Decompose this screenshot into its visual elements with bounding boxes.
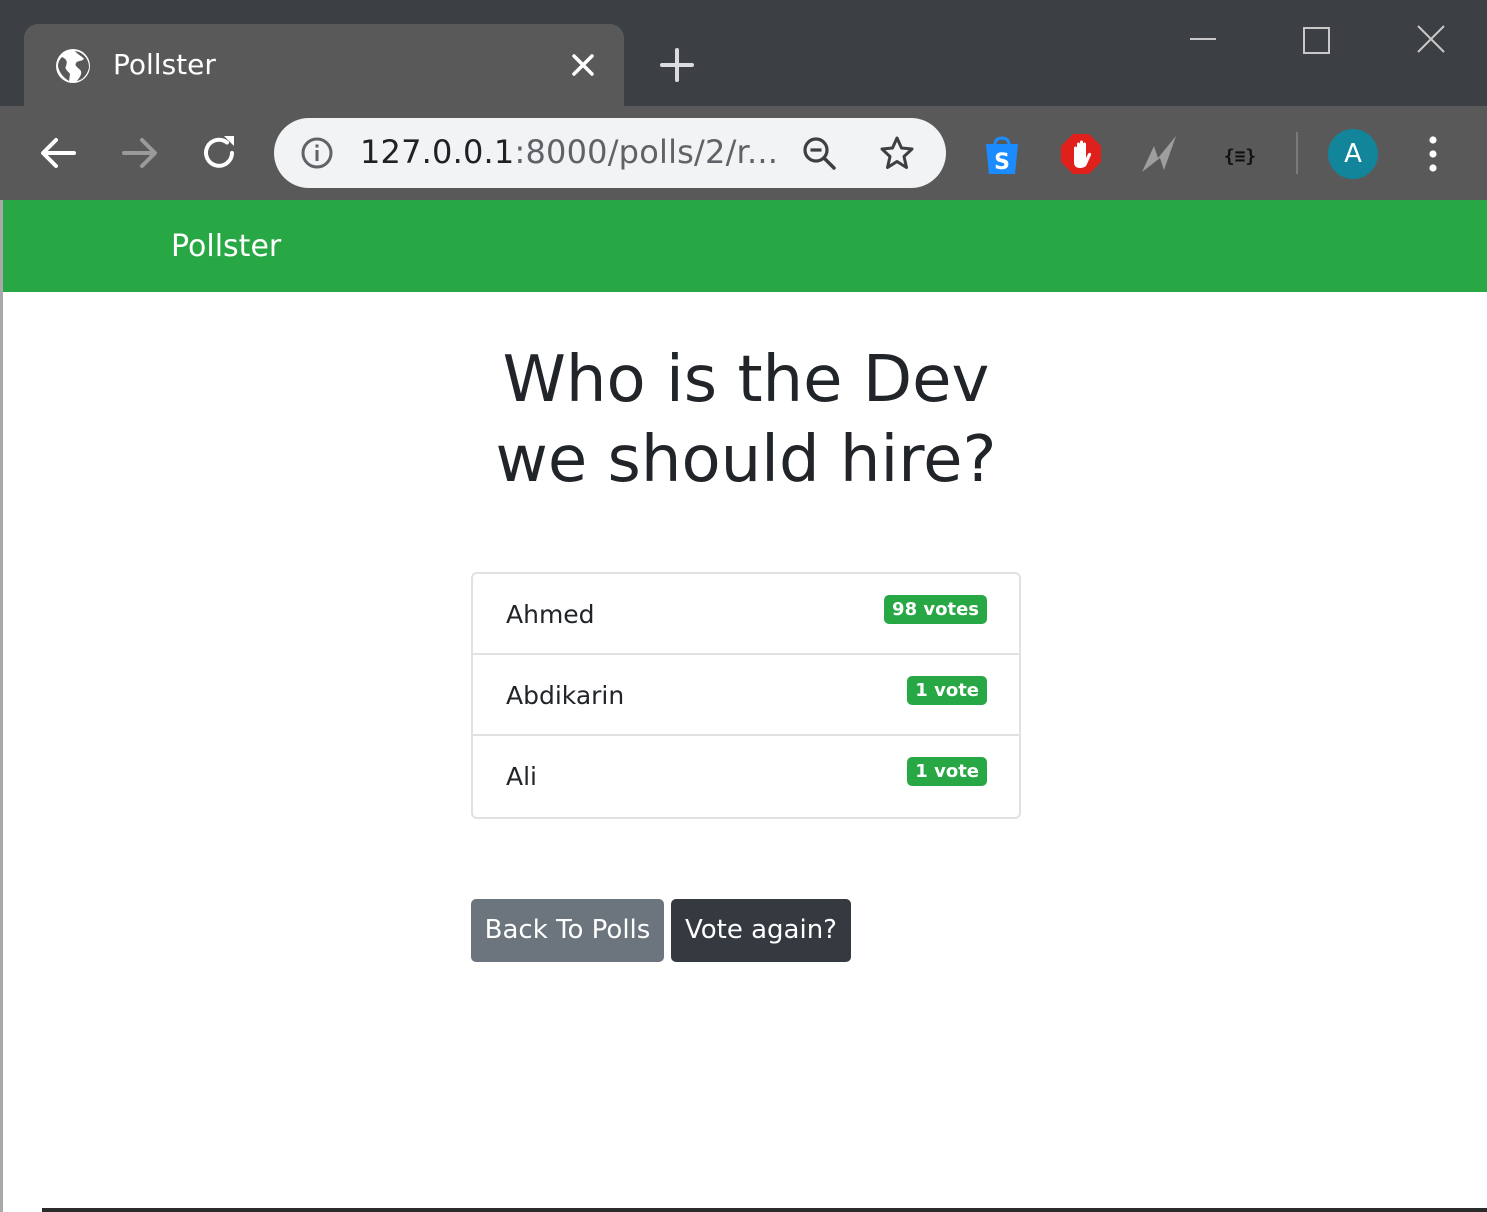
poll-question: Who is the Dev we should hire? <box>393 340 1099 500</box>
address-bar[interactable]: 127.0.0.1:8000/polls/2/r... <box>274 118 946 188</box>
toolbar-separator <box>1296 132 1298 174</box>
tab-title: Pollster <box>113 48 216 81</box>
choice-name: Ahmed <box>506 600 595 629</box>
browser-toolbar: 127.0.0.1:8000/polls/2/r... S {≡} A <box>0 106 1487 200</box>
close-icon[interactable] <box>566 48 600 82</box>
question-line-2: we should hire? <box>495 423 997 497</box>
lightning-icon[interactable] <box>1138 132 1182 176</box>
window-left-border <box>0 200 3 1212</box>
navbar-brand[interactable]: Pollster <box>171 229 281 264</box>
reload-icon[interactable] <box>194 128 244 178</box>
svg-text:S: S <box>994 150 1010 175</box>
maximize-icon[interactable] <box>1300 24 1334 58</box>
url-host: 127.0.0.1 <box>360 133 515 171</box>
window-close-icon[interactable] <box>1414 22 1448 56</box>
json-braces-icon[interactable]: {≡} <box>1218 132 1262 176</box>
vote-again-button[interactable]: Vote again? <box>671 899 851 962</box>
minimize-icon[interactable] <box>1188 20 1218 60</box>
window-bottom-border <box>42 1208 1487 1212</box>
vote-count-badge: 1 vote <box>907 757 987 786</box>
adblock-hand-icon[interactable] <box>1059 132 1103 176</box>
browser-tab[interactable]: Pollster <box>24 24 624 108</box>
site-navbar: Pollster <box>3 200 1487 292</box>
url-text[interactable]: 127.0.0.1:8000/polls/2/r... <box>360 133 778 171</box>
choice-name: Ali <box>506 762 537 791</box>
svg-text:{≡}: {≡} <box>1224 146 1257 167</box>
list-item: Abdikarin 1 vote <box>473 655 1019 736</box>
kebab-menu-icon[interactable] <box>1420 132 1446 176</box>
list-item: Ahmed 98 votes <box>473 574 1019 655</box>
vote-count-badge: 1 vote <box>907 676 987 705</box>
arrow-left-icon[interactable] <box>34 128 84 178</box>
list-item: Ali 1 vote <box>473 736 1019 817</box>
results-list: Ahmed 98 votes Abdikarin 1 vote Ali 1 vo… <box>471 572 1021 819</box>
globe-icon <box>56 49 90 83</box>
page-content: Pollster Who is the Dev we should hire? … <box>3 200 1487 1212</box>
back-to-polls-button[interactable]: Back To Polls <box>471 899 664 962</box>
question-line-1: Who is the Dev <box>502 343 990 417</box>
vote-count-badge: 98 votes <box>884 595 987 624</box>
shopping-s-icon[interactable]: S <box>980 132 1024 176</box>
profile-avatar[interactable]: A <box>1328 129 1378 179</box>
zoom-out-icon[interactable] <box>800 134 838 172</box>
browser-titlebar: Pollster <box>0 0 1487 108</box>
url-path: :8000/polls/2/r... <box>514 133 779 171</box>
choice-name: Abdikarin <box>506 681 625 710</box>
plus-icon[interactable] <box>656 44 698 86</box>
star-icon[interactable] <box>878 134 916 172</box>
arrow-right-icon[interactable] <box>114 128 164 178</box>
info-icon[interactable] <box>300 136 334 170</box>
